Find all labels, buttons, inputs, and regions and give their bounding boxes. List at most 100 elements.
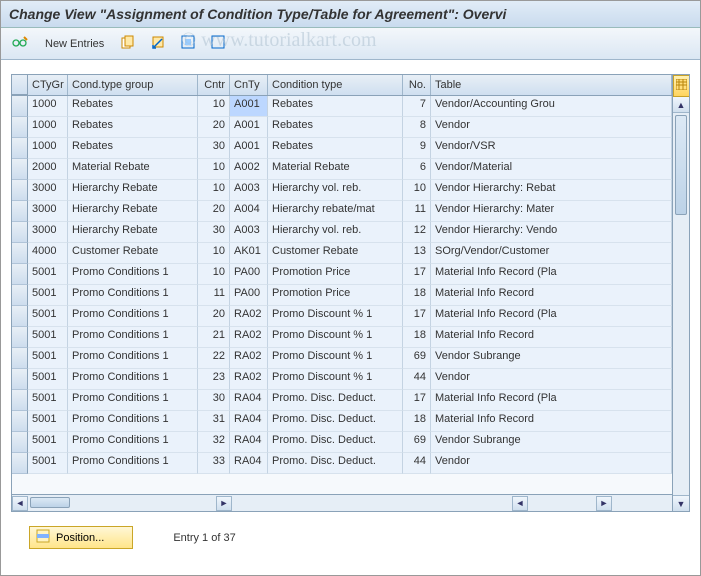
- table-row[interactable]: 5001Promo Conditions 120RA02Promo Discou…: [12, 306, 672, 327]
- cell-table[interactable]: Material Info Record (Pla: [431, 264, 672, 285]
- cell-ctygr[interactable]: 5001: [28, 285, 68, 306]
- cell-condition-type[interactable]: Material Rebate: [268, 159, 403, 180]
- table-row[interactable]: 1000Rebates30A001Rebates9Vendor/VSR: [12, 138, 672, 159]
- cell-cnty[interactable]: RA02: [230, 306, 268, 327]
- copy-as-button[interactable]: [116, 32, 140, 55]
- cell-cond-type-group[interactable]: Hierarchy Rebate: [68, 180, 198, 201]
- cell-ctygr[interactable]: 3000: [28, 180, 68, 201]
- vscroll-down[interactable]: ▼: [673, 495, 689, 511]
- cell-cnty[interactable]: RA04: [230, 411, 268, 432]
- cell-cond-type-group[interactable]: Hierarchy Rebate: [68, 201, 198, 222]
- delete-button[interactable]: [146, 32, 170, 55]
- col-header-ctygr[interactable]: CTyGr: [28, 75, 68, 95]
- row-selector[interactable]: [12, 243, 28, 264]
- cell-ctygr[interactable]: 5001: [28, 432, 68, 453]
- cell-cond-type-group[interactable]: Hierarchy Rebate: [68, 222, 198, 243]
- cell-cntr[interactable]: 30: [198, 222, 230, 243]
- cell-condition-type[interactable]: Rebates: [268, 138, 403, 159]
- cell-table[interactable]: Vendor Subrange: [431, 432, 672, 453]
- cell-cond-type-group[interactable]: Promo Conditions 1: [68, 306, 198, 327]
- cell-no[interactable]: 10: [403, 180, 431, 201]
- cell-cond-type-group[interactable]: Promo Conditions 1: [68, 285, 198, 306]
- row-selector[interactable]: [12, 117, 28, 138]
- cell-ctygr[interactable]: 5001: [28, 348, 68, 369]
- cell-no[interactable]: 17: [403, 306, 431, 327]
- cell-no[interactable]: 9: [403, 138, 431, 159]
- cell-cnty[interactable]: RA04: [230, 453, 268, 474]
- hscroll-thumb-1[interactable]: [30, 497, 70, 508]
- cell-no[interactable]: 8: [403, 117, 431, 138]
- cell-table[interactable]: Vendor Hierarchy: Rebat: [431, 180, 672, 201]
- col-header-table[interactable]: Table: [431, 75, 672, 95]
- hscroll-left-1[interactable]: ◄: [12, 496, 28, 511]
- cell-no[interactable]: 18: [403, 285, 431, 306]
- col-header-cntr[interactable]: Cntr: [198, 75, 230, 95]
- cell-condition-type[interactable]: Promotion Price: [268, 264, 403, 285]
- select-all-rows-corner[interactable]: [12, 75, 28, 95]
- row-selector[interactable]: [12, 285, 28, 306]
- cell-no[interactable]: 69: [403, 348, 431, 369]
- cell-condition-type[interactable]: Hierarchy vol. reb.: [268, 180, 403, 201]
- cell-cnty[interactable]: A001: [230, 96, 268, 117]
- cell-cnty[interactable]: RA04: [230, 432, 268, 453]
- table-row[interactable]: 5001Promo Conditions 130RA04Promo. Disc.…: [12, 390, 672, 411]
- cell-condition-type[interactable]: Promotion Price: [268, 285, 403, 306]
- cell-cnty[interactable]: PA00: [230, 264, 268, 285]
- row-selector[interactable]: [12, 327, 28, 348]
- cell-table[interactable]: Vendor/Material: [431, 159, 672, 180]
- cell-cnty[interactable]: PA00: [230, 285, 268, 306]
- table-row[interactable]: 1000Rebates20A001Rebates8Vendor: [12, 117, 672, 138]
- cell-ctygr[interactable]: 2000: [28, 159, 68, 180]
- table-row[interactable]: 5001Promo Conditions 111PA00Promotion Pr…: [12, 285, 672, 306]
- cell-cnty[interactable]: A003: [230, 180, 268, 201]
- cell-ctygr[interactable]: 4000: [28, 243, 68, 264]
- cell-no[interactable]: 11: [403, 201, 431, 222]
- cell-ctygr[interactable]: 5001: [28, 411, 68, 432]
- cell-no[interactable]: 69: [403, 432, 431, 453]
- cell-cntr[interactable]: 21: [198, 327, 230, 348]
- cell-cond-type-group[interactable]: Promo Conditions 1: [68, 390, 198, 411]
- cell-condition-type[interactable]: Promo Discount % 1: [268, 348, 403, 369]
- cell-cntr[interactable]: 10: [198, 159, 230, 180]
- cell-cond-type-group[interactable]: Promo Conditions 1: [68, 264, 198, 285]
- cell-condition-type[interactable]: Hierarchy rebate/mat: [268, 201, 403, 222]
- new-entries-button[interactable]: New Entries: [39, 36, 110, 52]
- cell-cnty[interactable]: RA04: [230, 390, 268, 411]
- row-selector[interactable]: [12, 264, 28, 285]
- cell-cond-type-group[interactable]: Rebates: [68, 138, 198, 159]
- cell-cntr[interactable]: 10: [198, 96, 230, 117]
- cell-cnty[interactable]: AK01: [230, 243, 268, 264]
- hscroll-left-2[interactable]: ◄: [512, 496, 528, 511]
- cell-no[interactable]: 17: [403, 390, 431, 411]
- table-row[interactable]: 5001Promo Conditions 133RA04Promo. Disc.…: [12, 453, 672, 474]
- table-row[interactable]: 1000Rebates10A001Rebates7Vendor/Accounti…: [12, 96, 672, 117]
- cell-cntr[interactable]: 33: [198, 453, 230, 474]
- cell-condition-type[interactable]: Promo Discount % 1: [268, 327, 403, 348]
- cell-table[interactable]: Vendor Hierarchy: Vendo: [431, 222, 672, 243]
- cell-cntr[interactable]: 30: [198, 390, 230, 411]
- cell-no[interactable]: 17: [403, 264, 431, 285]
- row-selector[interactable]: [12, 201, 28, 222]
- hscroll-right-1[interactable]: ►: [216, 496, 232, 511]
- cell-table[interactable]: Vendor: [431, 453, 672, 474]
- cell-cond-type-group[interactable]: Promo Conditions 1: [68, 411, 198, 432]
- table-row[interactable]: 5001Promo Conditions 132RA04Promo. Disc.…: [12, 432, 672, 453]
- table-row[interactable]: 5001Promo Conditions 122RA02Promo Discou…: [12, 348, 672, 369]
- table-row[interactable]: 5001Promo Conditions 123RA02Promo Discou…: [12, 369, 672, 390]
- table-row[interactable]: 3000Hierarchy Rebate20A004Hierarchy reba…: [12, 201, 672, 222]
- cell-cnty[interactable]: A003: [230, 222, 268, 243]
- cell-condition-type[interactable]: Customer Rebate: [268, 243, 403, 264]
- cell-cond-type-group[interactable]: Promo Conditions 1: [68, 432, 198, 453]
- cell-table[interactable]: SOrg/Vendor/Customer: [431, 243, 672, 264]
- cell-condition-type[interactable]: Promo. Disc. Deduct.: [268, 453, 403, 474]
- cell-cnty[interactable]: A001: [230, 117, 268, 138]
- position-button[interactable]: Position...: [29, 526, 133, 549]
- row-selector[interactable]: [12, 96, 28, 117]
- table-row[interactable]: 5001Promo Conditions 121RA02Promo Discou…: [12, 327, 672, 348]
- row-selector[interactable]: [12, 306, 28, 327]
- row-selector[interactable]: [12, 390, 28, 411]
- cell-condition-type[interactable]: Promo Discount % 1: [268, 369, 403, 390]
- cell-ctygr[interactable]: 5001: [28, 453, 68, 474]
- cell-table[interactable]: Vendor Subrange: [431, 348, 672, 369]
- row-selector[interactable]: [12, 453, 28, 474]
